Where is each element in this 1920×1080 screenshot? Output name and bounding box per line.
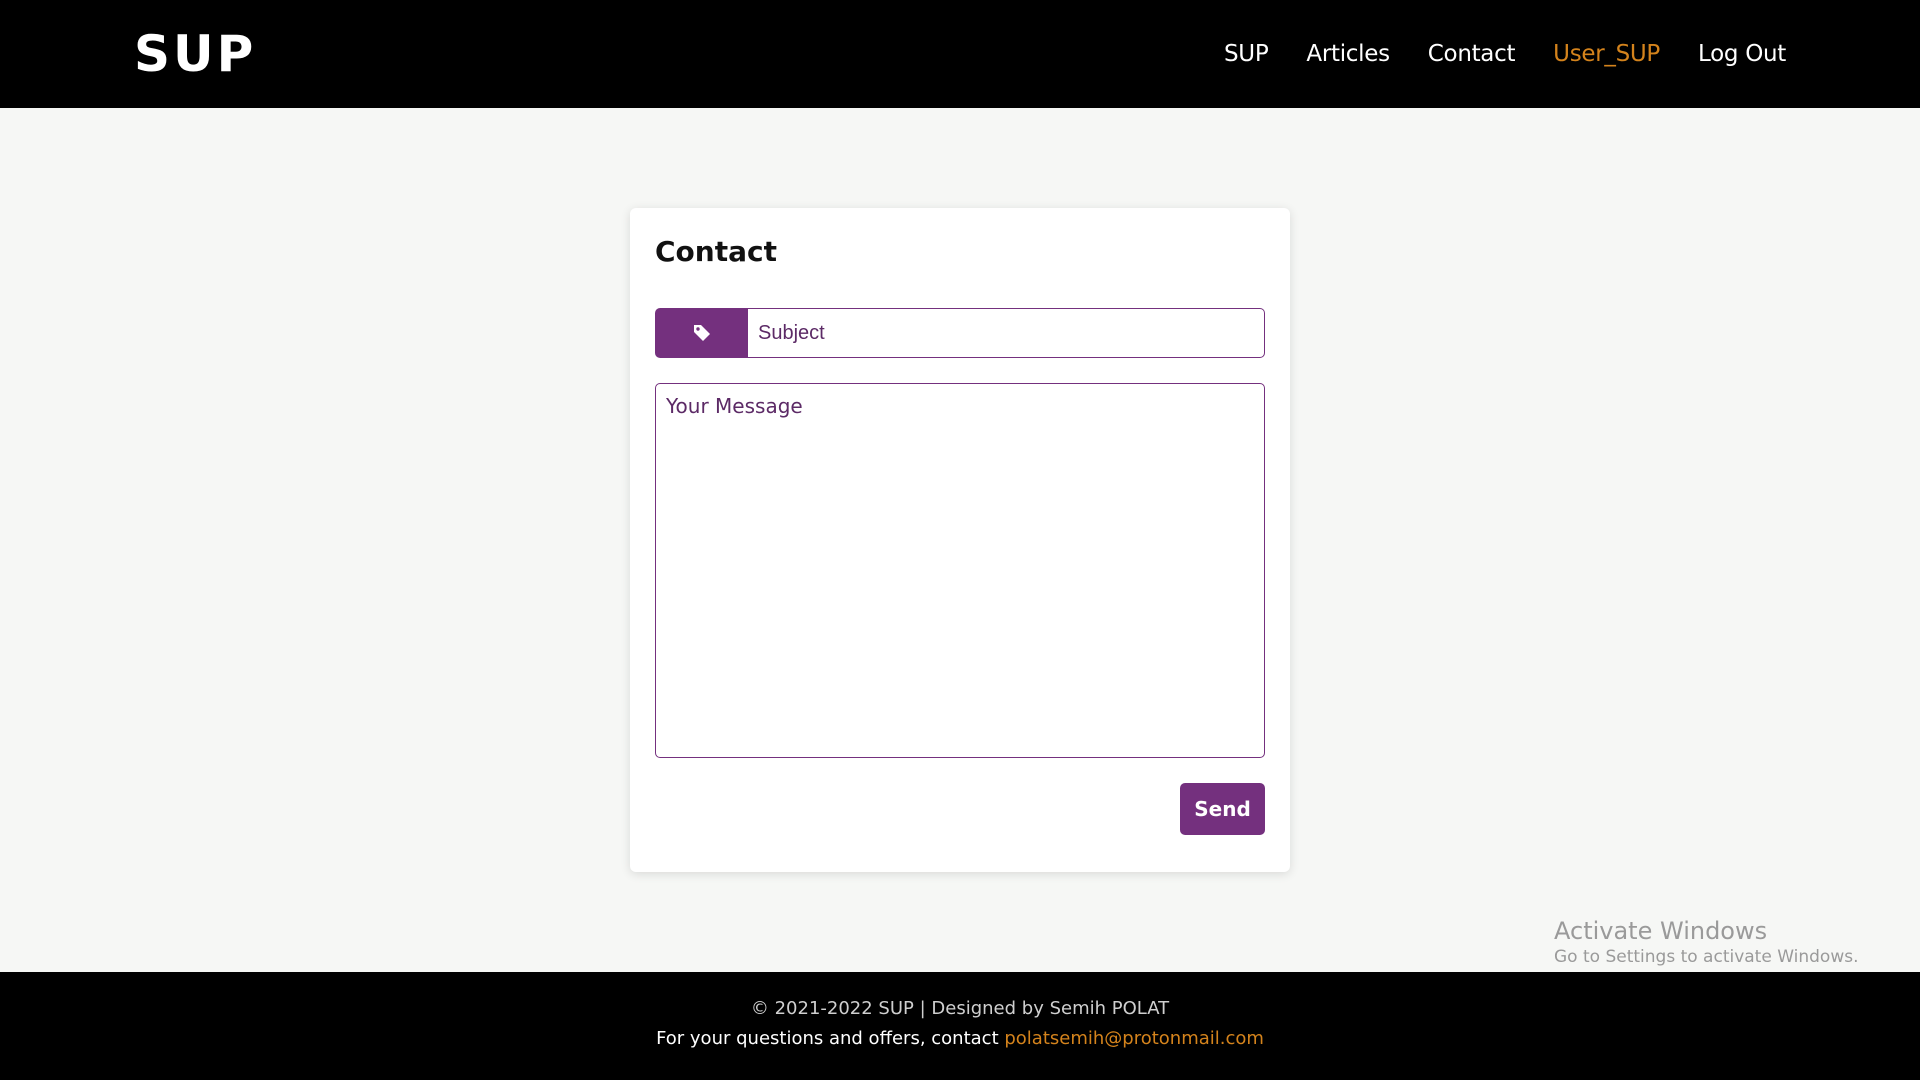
subject-input-group (655, 308, 1265, 358)
nav-link-sup[interactable]: SUP (1224, 39, 1269, 69)
nav-link-contact[interactable]: Contact (1428, 39, 1516, 69)
subject-input[interactable] (748, 308, 1265, 358)
message-textarea[interactable] (655, 383, 1265, 758)
contact-title: Contact (655, 235, 777, 268)
top-navbar: SUP SUP Articles Contact User_SUP Log Ou… (0, 0, 1920, 108)
watermark-title: Activate Windows (1554, 917, 1768, 945)
contact-card: Contact Send (630, 208, 1290, 872)
nav-link-user-profile[interactable]: User_SUP (1553, 39, 1660, 69)
tag-icon (655, 308, 748, 358)
activate-windows-watermark: Activate Windows Go to Settings to activ… (1554, 916, 1859, 968)
watermark-subtitle: Go to Settings to activate Windows. (1554, 947, 1859, 967)
footer-copyright: © 2021-2022 SUP | Designed by Semih POLA… (750, 998, 1170, 1019)
nav-link-articles[interactable]: Articles (1306, 39, 1390, 69)
footer-email-link[interactable]: polatsemih@protonmail.com (1004, 1028, 1264, 1049)
page-footer: © 2021-2022 SUP | Designed by Semih POLA… (0, 972, 1920, 1080)
send-button[interactable]: Send (1180, 783, 1265, 835)
nav-link-log-out[interactable]: Log Out (1698, 39, 1786, 69)
footer-contact-line: For your questions and offers, contact p… (0, 1027, 1920, 1051)
brand-logo[interactable]: SUP (134, 24, 256, 84)
footer-contact-text: For your questions and offers, contact (656, 1028, 999, 1049)
nav-menu: SUP Articles Contact User_SUP Log Out (1224, 0, 1786, 108)
